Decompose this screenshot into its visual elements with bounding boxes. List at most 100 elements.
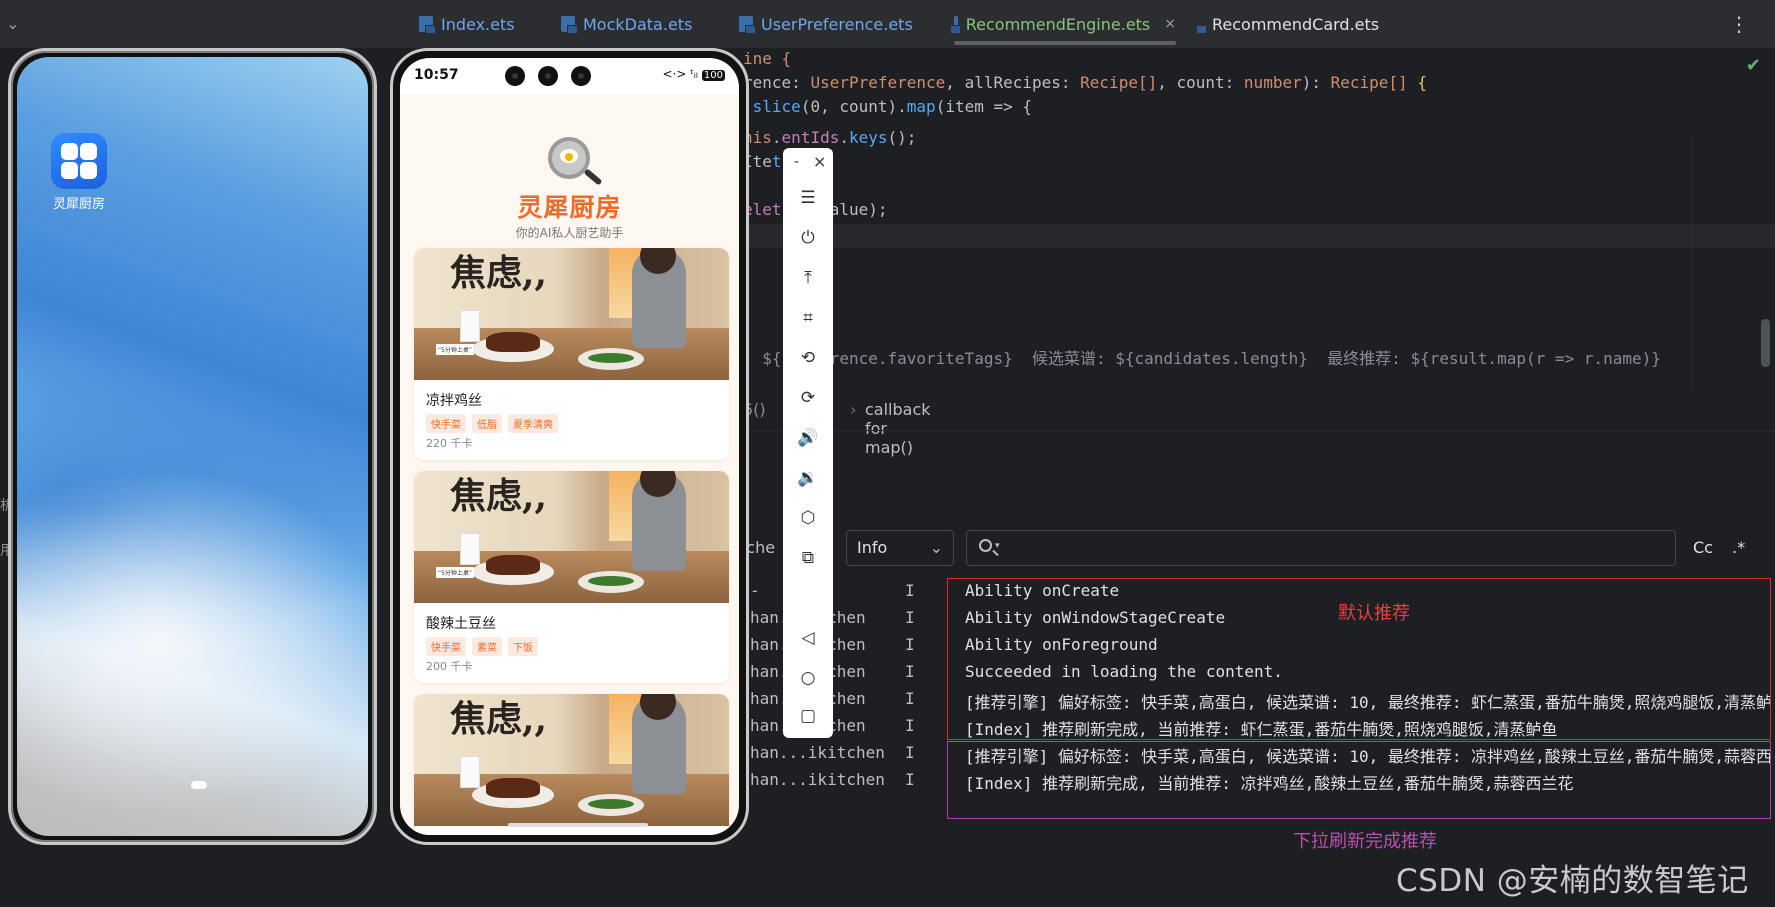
app-label[interactable]: 灵犀厨房 xyxy=(37,193,121,212)
menu-icon[interactable]: ☰ xyxy=(783,188,833,208)
rotate-right-icon[interactable]: ⟳ xyxy=(783,388,833,408)
rotate-left-icon[interactable]: ⟲ xyxy=(783,348,833,368)
chevron-down-icon: ▾ xyxy=(995,541,1000,551)
recipe-tags: 快手菜 低脂 夏季清爽 xyxy=(426,414,564,433)
annotation-box-refresh xyxy=(947,741,1771,819)
annotation-label-default: 默认推荐 xyxy=(1338,603,1410,624)
close-icon[interactable]: × xyxy=(813,152,826,171)
camera-icon xyxy=(538,66,558,86)
tab-mockdata-ets[interactable]: MockData.ets xyxy=(547,0,725,48)
recipe-card[interactable]: 焦虑,, xyxy=(414,694,729,835)
editor-scrollbar[interactable] xyxy=(1761,319,1770,367)
code-line: .slice(0, count).map(item => { xyxy=(743,97,1033,116)
upload-icon[interactable]: ⤒ xyxy=(783,268,833,288)
signal-icon: <·> ᵗᵢₗ xyxy=(662,67,698,81)
multi-screen-icon[interactable]: ⧉ xyxy=(783,548,833,568)
recents-icon[interactable]: ▢ xyxy=(783,706,833,726)
recipe-tags: 快手菜 素菜 下饭 xyxy=(426,637,544,656)
log-level-value: Info xyxy=(857,538,888,557)
camera-icon xyxy=(571,66,591,86)
check-icon: ✔ xyxy=(1745,55,1761,76)
volume-down-icon[interactable]: 🔉 xyxy=(783,468,833,488)
recipe-card[interactable]: 焦虑,, “5分钟上桌” 凉拌鸡丝 快手菜 低脂 夏季清爽 220 千卡 xyxy=(414,248,729,460)
volume-up-icon[interactable]: 🔊 xyxy=(783,428,833,448)
ets-file-icon xyxy=(419,16,436,34)
tag-chip: 素菜 xyxy=(472,637,502,656)
chevron-down-icon: ⌄ xyxy=(929,538,943,557)
editor-guide-line xyxy=(1691,133,1692,389)
image-note: “5分钟上桌” xyxy=(436,344,475,355)
tab-label: MockData.ets xyxy=(583,14,693,34)
tab-recommendcard-ets[interactable]: RecommendCard.ets xyxy=(1190,0,1390,48)
log-level-select[interactable]: Info ⌄ xyxy=(846,530,954,566)
camera-icon xyxy=(505,66,525,86)
tag-chip: 下饭 xyxy=(508,637,538,656)
more-options-icon[interactable]: ⋮ xyxy=(1729,12,1749,36)
ets-file-icon xyxy=(950,16,961,34)
log-search-input[interactable]: ▾ xyxy=(966,530,1676,566)
close-tab-icon[interactable]: × xyxy=(1164,16,1176,32)
code-line-inlay: ${preference.favoriteTags} 候选菜谱: ${candi… xyxy=(743,349,1661,368)
recipe-calories: 220 千卡 xyxy=(426,437,473,450)
back-icon[interactable]: ◁ xyxy=(783,628,833,648)
image-text: 焦虑,, xyxy=(450,252,548,294)
tab-index-ets[interactable]: Index.ets xyxy=(405,0,547,48)
emulator-phone-home: 灵犀厨房 xyxy=(8,48,377,845)
home-icon[interactable]: ○ xyxy=(783,668,833,688)
recipe-calories: 200 千卡 xyxy=(426,660,473,673)
tag-chip: 快手菜 xyxy=(426,637,466,656)
status-bar: 10:57 <·> ᵗᵢₗ 100 xyxy=(400,58,739,94)
ets-file-icon xyxy=(739,16,756,34)
editor-tab-bar: ⌄ Index.ets MockData.ets UserPreference.… xyxy=(0,0,1775,49)
recipe-name: 酸辣土豆丝 xyxy=(426,616,496,632)
tag-chip: 夏季清爽 xyxy=(508,414,558,433)
page-subtitle: 你的AI私人厨艺助手 xyxy=(515,226,624,240)
recipe-card[interactable]: 焦虑,, “5分钟上桌” 酸辣土豆丝 快手菜 素菜 下饭 200 千卡 xyxy=(414,471,729,683)
page-title: 灵犀厨房 xyxy=(517,193,622,222)
tag-chip: 低脂 xyxy=(472,414,502,433)
emulator-phone-app: 10:57 <·> ᵗᵢₗ 100 灵犀厨房 你的AI私人厨艺助手 焦虑,, “5… xyxy=(390,48,749,845)
app-grid-icon[interactable] xyxy=(51,133,107,189)
ets-file-icon xyxy=(561,16,578,34)
code-line: his.entIds.keys(); xyxy=(743,128,917,147)
shake-icon[interactable]: ⬡ xyxy=(783,508,833,528)
minimize-icon[interactable]: - xyxy=(794,154,799,170)
crop-icon[interactable]: ⌗ xyxy=(783,308,833,328)
power-icon[interactable]: ⏻ xyxy=(783,228,833,248)
status-time: 10:57 xyxy=(414,67,459,83)
recipe-image: 焦虑,, “5分钟上桌” xyxy=(414,248,729,380)
code-line: ine { xyxy=(743,49,792,68)
tab-label: UserPreference.ets xyxy=(761,14,913,34)
wallpaper: 灵犀厨房 xyxy=(17,57,368,836)
image-text: 焦虑,, xyxy=(450,475,548,517)
regex-button[interactable]: .* xyxy=(1732,538,1745,557)
status-icons: <·> ᵗᵢₗ 100 xyxy=(662,67,725,81)
breadcrumb-item[interactable]: callback for map() xyxy=(865,400,931,457)
home-indicator[interactable] xyxy=(508,823,648,827)
app-screen[interactable]: 10:57 <·> ᵗᵢₗ 100 灵犀厨房 你的AI私人厨艺助手 焦虑,, “5… xyxy=(400,58,739,835)
battery-icon: 100 xyxy=(701,70,725,81)
recipe-list[interactable]: 焦虑,, “5分钟上桌” 凉拌鸡丝 快手菜 低脂 夏季清爽 220 千卡 焦虑,… xyxy=(414,248,729,835)
tab-userpreference-ets[interactable]: UserPreference.ets xyxy=(725,0,940,48)
tab-recommendengine-ets[interactable]: RecommendEngine.ets × xyxy=(940,0,1190,48)
image-note: “5分钟上桌” xyxy=(436,567,475,578)
current-line-highlight xyxy=(740,224,1775,248)
pan-handle xyxy=(583,168,603,186)
breadcrumb-separator: › xyxy=(850,400,857,419)
home-indicator[interactable] xyxy=(191,781,207,789)
recipe-name: 凉拌鸡丝 xyxy=(426,393,482,409)
annotation-label-refresh: 下拉刷新完成推荐 xyxy=(1293,831,1437,852)
search-icon xyxy=(979,539,992,552)
tab-strip: Index.ets MockData.ets UserPreference.et… xyxy=(405,0,1390,48)
image-text: 焦虑,, xyxy=(450,698,548,740)
chevron-down-icon[interactable]: ⌄ xyxy=(6,14,19,33)
emulator-toolbar: - × ☰ ⏻ ⤒ ⌗ ⟲ ⟳ 🔊 🔉 ⬡ ⧉ ◁ ○ ▢ xyxy=(783,148,833,738)
tab-label: RecommendEngine.ets xyxy=(965,14,1151,34)
tab-label: RecommendCard.ets xyxy=(1212,14,1380,34)
match-case-button[interactable]: Cc xyxy=(1693,538,1713,557)
recipe-image: 焦虑,, xyxy=(414,694,729,826)
code-line: rence: UserPreference, allRecipes: Recip… xyxy=(743,73,1427,92)
watermark: CSDN @安楠的数智笔记 xyxy=(1396,863,1749,899)
tag-chip: 快手菜 xyxy=(426,414,466,433)
tab-label: Index.ets xyxy=(441,14,515,34)
